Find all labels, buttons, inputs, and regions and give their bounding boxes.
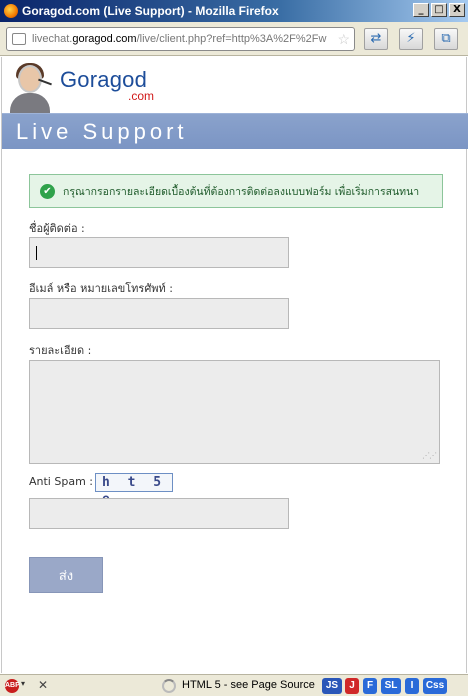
adblock-dropdown-icon[interactable]: ▾ xyxy=(21,679,25,688)
contact-label: อีเมล์ หรือ หมายเลขโทรศัพท์ : xyxy=(29,282,174,295)
addon-tool-1-icon[interactable]: ⇄ xyxy=(364,28,388,50)
page-icon xyxy=(12,33,26,45)
name-input[interactable] xyxy=(30,238,288,267)
url-domain: goragod.com xyxy=(72,33,137,45)
site-logo[interactable]: Goragod .com xyxy=(6,61,166,113)
close-button[interactable]: X xyxy=(449,3,465,17)
address-bar[interactable]: livechat.goragod.com/live/client.php?ref… xyxy=(6,27,355,51)
window-title: Goragod.com (Live Support) - Mozilla Fir… xyxy=(22,4,279,18)
window-controls: _ □ X xyxy=(413,3,465,17)
url-prefix: livechat. xyxy=(32,33,73,45)
antispam-label: Anti Spam : xyxy=(29,475,93,488)
firefox-icon xyxy=(4,4,18,18)
submit-button[interactable]: ส่ง xyxy=(29,557,103,593)
resize-grip-icon[interactable]: ⋰⋰ xyxy=(422,452,437,460)
text-caret xyxy=(36,246,37,260)
logo-domain: .com xyxy=(128,89,155,103)
maximize-button[interactable]: □ xyxy=(431,3,447,17)
info-notice: ✔ กรุณากรอกรายละเอียดเบื้องต้นที่ต้องการ… xyxy=(29,174,443,208)
j-badge[interactable]: J xyxy=(345,678,359,694)
support-agent-icon xyxy=(6,61,52,113)
bookmark-star-icon[interactable]: ☆ xyxy=(337,31,350,48)
status-text: HTML 5 - see Page Source xyxy=(182,679,315,691)
notice-text: กรุณากรอกรายละเอียดเบื้องต้นที่ต้องการติ… xyxy=(63,185,420,198)
navigation-bar: livechat.goragod.com/live/client.php?ref… xyxy=(0,22,468,56)
page-content: Goragod .com Live Support ✔ กรุณากรอกราย… xyxy=(1,57,468,673)
sl-badge[interactable]: SL xyxy=(381,678,401,694)
f-badge[interactable]: F xyxy=(363,678,377,694)
url-text: livechat.goragod.com/live/client.php?ref… xyxy=(32,33,326,45)
check-icon: ✔ xyxy=(40,183,55,199)
contact-field[interactable] xyxy=(29,298,289,329)
js-badge[interactable]: JS xyxy=(322,678,342,694)
loading-spinner-icon xyxy=(162,679,176,693)
css-badge[interactable]: Css xyxy=(423,678,447,694)
addon-tool-3-icon[interactable]: ⧉ xyxy=(434,28,458,50)
page-banner: Live Support xyxy=(2,113,468,149)
name-field[interactable] xyxy=(29,237,289,268)
details-label: รายละเอียด : xyxy=(29,344,92,357)
details-textarea[interactable] xyxy=(30,361,439,463)
i-badge[interactable]: I xyxy=(405,678,419,694)
antispam-field[interactable] xyxy=(29,498,289,529)
page-title: Live Support xyxy=(16,119,188,144)
adblock-icon[interactable]: ABP xyxy=(5,679,20,693)
url-path: /live/client.php?ref=http%3A%2F%2Fw xyxy=(136,33,327,45)
captcha-image: h t 5 e xyxy=(95,473,173,507)
addon-tool-2-icon[interactable]: ⚡ xyxy=(399,28,423,50)
name-label: ชื่อผู้ติดต่อ : xyxy=(29,222,85,235)
contact-input[interactable] xyxy=(30,299,288,328)
status-bar: ABP ▾ ✕ HTML 5 - see Page Source JS J F … xyxy=(0,674,468,696)
close-addon-bar-icon[interactable]: ✕ xyxy=(38,678,48,692)
details-field[interactable]: ⋰⋰ xyxy=(29,360,440,464)
antispam-input[interactable] xyxy=(30,499,288,528)
window-titlebar[interactable]: Goragod.com (Live Support) - Mozilla Fir… xyxy=(0,0,468,22)
minimize-button[interactable]: _ xyxy=(413,3,429,17)
